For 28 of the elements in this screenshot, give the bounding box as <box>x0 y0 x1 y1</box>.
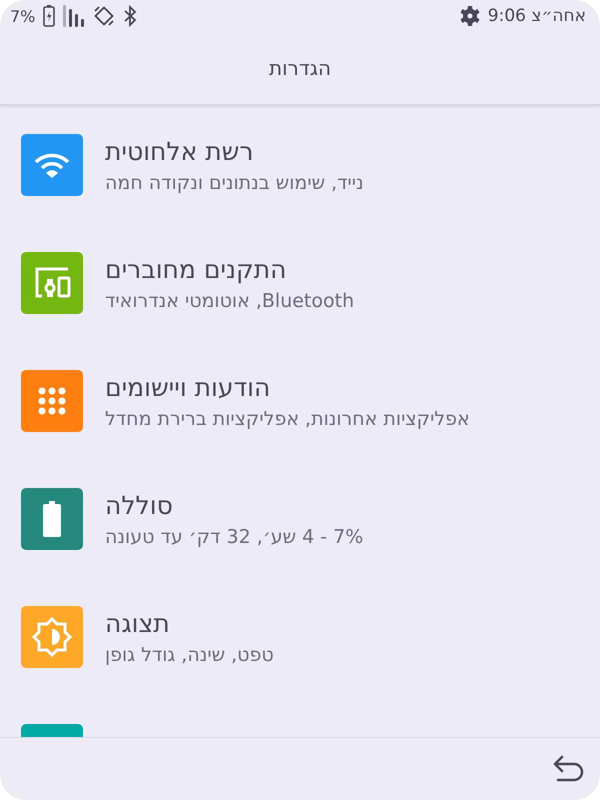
category-title[interactable]: רשת אלחוטית <box>105 136 254 166</box>
signal-icon <box>63 5 86 27</box>
category-title[interactable]: תצוגה <box>105 608 170 638</box>
grid-icon <box>38 387 66 415</box>
wifi-icon <box>34 151 70 179</box>
settings-category-icon[interactable] <box>21 370 83 432</box>
category-title[interactable]: סוללה <box>105 490 173 520</box>
settings-category-icon[interactable] <box>21 252 83 314</box>
battery-percent: 7% <box>10 6 36 26</box>
category-title[interactable]: הודעות ויישומים <box>105 372 270 402</box>
clock: אחה״צ 9:06 <box>488 6 586 26</box>
settings-category-icon[interactable] <box>21 134 83 196</box>
settings-icon <box>460 6 480 26</box>
category-subtitle: אפליקציות אחרונות, אפליקציות ברירת מחדל <box>105 408 470 430</box>
back-button[interactable] <box>552 754 584 784</box>
settings-category-icon[interactable] <box>21 488 83 550</box>
category-subtitle: נייד, שימוש בנתונים ונקודה חמה <box>105 172 364 194</box>
category-subtitle: טפט, שינה, גודל גופן <box>105 644 274 666</box>
category-subtitle: Bluetooth, אוטומטי אנדרואיד <box>105 290 354 312</box>
brightness-icon <box>32 617 72 657</box>
category-title[interactable]: התקנים מחוברים <box>105 254 287 284</box>
battery-charging-icon <box>43 5 56 27</box>
battery-icon <box>43 501 61 537</box>
category-subtitle: 7% - 4 שע׳, 32 דק׳ עד טעונה <box>105 526 364 548</box>
page-title: הגדרות <box>268 56 332 80</box>
rotate-icon <box>93 5 116 27</box>
settings-category-icon[interactable] <box>21 606 83 668</box>
bluetooth-icon <box>123 5 138 27</box>
